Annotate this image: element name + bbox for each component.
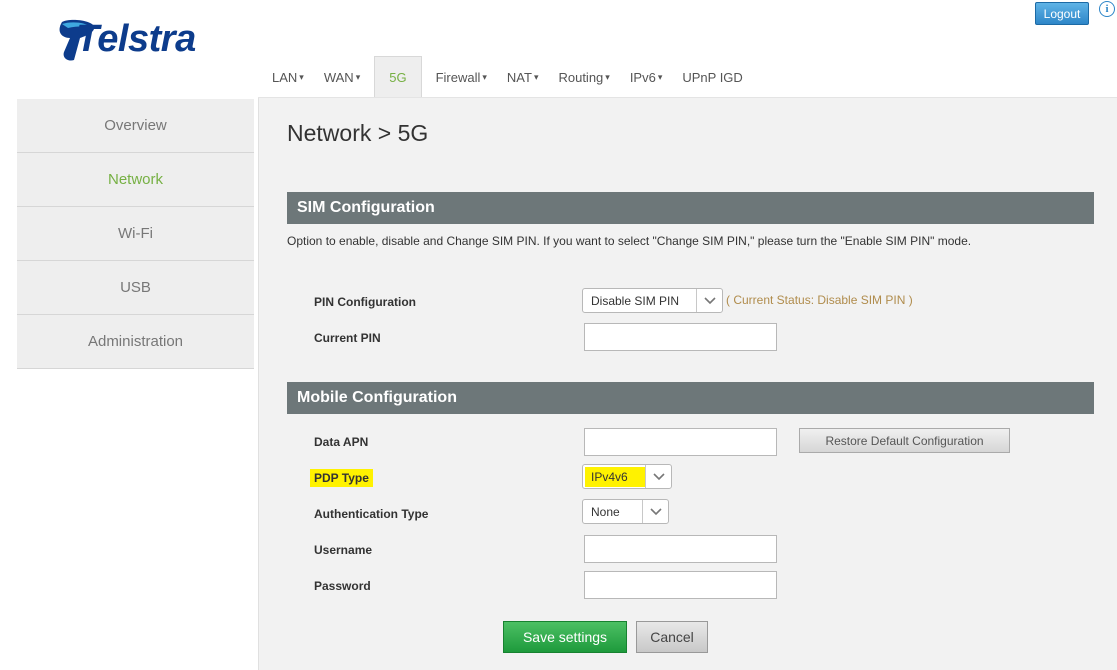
- data-apn-label: Data APN: [314, 435, 369, 449]
- caret-down-icon: ▾: [482, 71, 487, 82]
- pin-config-value: Disable SIM PIN: [591, 293, 680, 308]
- router-admin-page: Telstra Logout i LAN ▾ WAN ▾ 5G Firewall ▾ …: [0, 0, 1117, 670]
- caret-down-icon: ▾: [533, 71, 539, 82]
- sidebar-item-wifi[interactable]: Wi-Fi: [17, 207, 254, 261]
- password-label: Password: [314, 579, 371, 593]
- data-apn-input[interactable]: [584, 428, 777, 456]
- top-nav-tabs: LAN ▾ WAN ▾ 5G Firewall ▾ NAT ▾ Routing ▾ IPv…: [262, 56, 753, 98]
- sidebar-item-overview[interactable]: Overview: [17, 99, 254, 153]
- tab-label: 5G: [389, 70, 407, 85]
- tab-firewall[interactable]: Firewall ▾: [426, 56, 497, 98]
- restore-default-button[interactable]: Restore Default Configuration: [799, 428, 1010, 453]
- username-label: Username: [314, 543, 373, 557]
- tab-nat[interactable]: NAT ▾: [497, 56, 549, 98]
- current-pin-input[interactable]: [584, 323, 777, 351]
- pin-config-select[interactable]: Disable SIM PIN: [582, 288, 723, 313]
- sidebar-item-network[interactable]: Network: [17, 153, 254, 207]
- tab-5g[interactable]: 5G: [374, 56, 422, 98]
- current-pin-label: Current PIN: [314, 331, 381, 345]
- tab-label: Firewall: [435, 69, 481, 85]
- tab-wan[interactable]: WAN ▾: [314, 56, 370, 98]
- mobile-config-heading: Mobile Configuration: [287, 382, 1094, 414]
- sim-config-description: Option to enable, disable and Change SIM…: [287, 234, 972, 248]
- caret-down-icon: ▾: [355, 71, 361, 82]
- sidebar: Overview Network Wi-Fi USB Administratio…: [17, 99, 254, 369]
- page-title: Network > 5G: [287, 120, 429, 146]
- auth-type-value: None: [591, 504, 620, 519]
- tab-label: LAN: [272, 69, 298, 85]
- tab-label: IPv6: [629, 69, 656, 85]
- cancel-button[interactable]: Cancel: [636, 621, 708, 653]
- tab-upnp-igd[interactable]: UPnP IGD: [672, 56, 752, 98]
- main-content: Network > 5G SIM Configuration Option to…: [258, 98, 1117, 670]
- tab-routing[interactable]: Routing ▾: [548, 56, 619, 98]
- info-icon[interactable]: i: [1099, 1, 1115, 17]
- caret-down-icon: ▾: [605, 71, 610, 82]
- tab-label: Routing: [558, 69, 604, 85]
- chevron-down-icon: [645, 465, 671, 488]
- sidebar-item-usb[interactable]: USB: [17, 261, 254, 315]
- password-input[interactable]: [584, 571, 777, 599]
- telstra-wordmark: Telstra: [76, 18, 196, 60]
- tab-label: WAN: [323, 69, 354, 85]
- tab-ipv6[interactable]: IPv6 ▾: [620, 56, 673, 98]
- username-input[interactable]: [584, 535, 777, 563]
- pdp-type-label-text: PDP Type: [310, 469, 373, 487]
- caret-down-icon: ▾: [299, 71, 304, 82]
- auth-type-label: Authentication Type: [314, 507, 429, 521]
- pdp-type-select[interactable]: IPv4v6: [582, 464, 672, 489]
- tab-label: UPnP IGD: [682, 69, 743, 85]
- pin-status-text: ( Current Status: Disable SIM PIN ): [726, 293, 913, 307]
- save-settings-button[interactable]: Save settings: [503, 621, 627, 653]
- sidebar-item-administration[interactable]: Administration: [17, 315, 254, 369]
- caret-down-icon: ▾: [657, 71, 663, 82]
- telstra-logo: Telstra: [56, 12, 216, 64]
- pin-config-label: PIN Configuration: [314, 295, 416, 309]
- auth-type-select[interactable]: None: [582, 499, 669, 524]
- pdp-type-label: PDP Type: [310, 469, 373, 487]
- logout-button[interactable]: Logout: [1035, 2, 1089, 25]
- tab-label: NAT: [506, 69, 532, 85]
- pdp-type-value: IPv4v6: [585, 466, 645, 487]
- chevron-down-icon: [642, 500, 668, 523]
- tab-lan[interactable]: LAN ▾: [262, 56, 314, 98]
- chevron-down-icon: [696, 289, 722, 312]
- sim-config-heading: SIM Configuration: [287, 192, 1094, 224]
